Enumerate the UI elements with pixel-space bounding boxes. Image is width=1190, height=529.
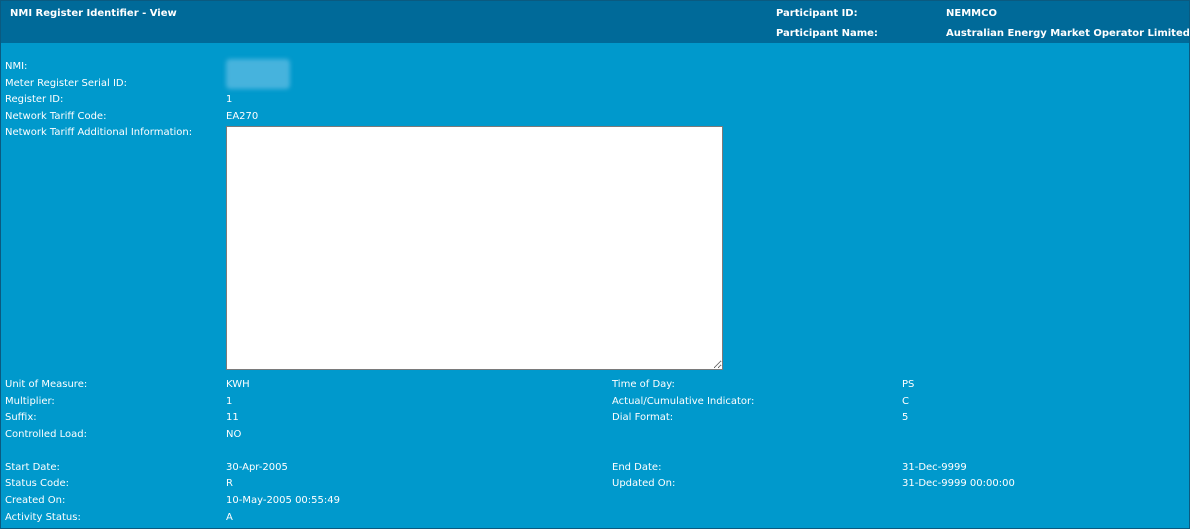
nmi-label: NMI: — [5, 61, 28, 72]
register-view-panel: NMI Register Identifier - View Participa… — [0, 0, 1190, 529]
suffix-value: 11 — [226, 412, 239, 423]
page-header: NMI Register Identifier - View Participa… — [1, 1, 1189, 43]
tariff-code-label: Network Tariff Code: — [5, 111, 107, 122]
dial-format-value: 5 — [902, 412, 909, 423]
actual-cumulative-label: Actual/Cumulative Indicator: — [612, 396, 755, 407]
time-of-day-label: Time of Day: — [612, 379, 675, 390]
status-code-label: Status Code: — [5, 478, 70, 489]
multiplier-value: 1 — [226, 396, 233, 407]
meter-serial-label: Meter Register Serial ID: — [5, 78, 127, 89]
participant-name-value: Australian Energy Market Operator Limite… — [946, 28, 1190, 39]
unit-label: Unit of Measure: — [5, 379, 88, 390]
status-code-value: R — [226, 478, 233, 489]
activity-status-value: A — [226, 512, 233, 523]
dial-format-label: Dial Format: — [612, 412, 674, 423]
register-id-value: 1 — [226, 94, 233, 105]
unit-value: KWH — [226, 379, 250, 390]
multiplier-label: Multiplier: — [5, 396, 55, 407]
suffix-label: Suffix: — [5, 412, 37, 423]
start-date-value: 30-Apr-2005 — [226, 462, 288, 473]
tariff-info-label: Network Tariff Additional Information: — [5, 127, 193, 138]
controlled-load-value: NO — [226, 429, 242, 440]
register-id-label: Register ID: — [5, 94, 64, 105]
updated-on-label: Updated On: — [612, 478, 676, 489]
time-of-day-value: PS — [902, 379, 915, 390]
controlled-load-label: Controlled Load: — [5, 429, 87, 440]
start-date-label: Start Date: — [5, 462, 60, 473]
tariff-code-value: EA270 — [226, 111, 259, 122]
participant-id-value: NEMMCO — [946, 8, 997, 19]
redacted-value — [226, 59, 290, 89]
participant-name-label: Participant Name: — [776, 28, 878, 39]
participant-id-label: Participant ID: — [776, 8, 858, 19]
end-date-value: 31-Dec-9999 — [902, 462, 967, 473]
tariff-info-textarea[interactable] — [226, 126, 723, 370]
end-date-label: End Date: — [612, 462, 662, 473]
updated-on-value: 31-Dec-9999 00:00:00 — [902, 478, 1015, 489]
created-on-label: Created On: — [5, 495, 66, 506]
created-on-value: 10-May-2005 00:55:49 — [226, 495, 340, 506]
activity-status-label: Activity Status: — [5, 512, 81, 523]
page-title: NMI Register Identifier - View — [10, 8, 177, 19]
actual-cumulative-value: C — [902, 396, 909, 407]
